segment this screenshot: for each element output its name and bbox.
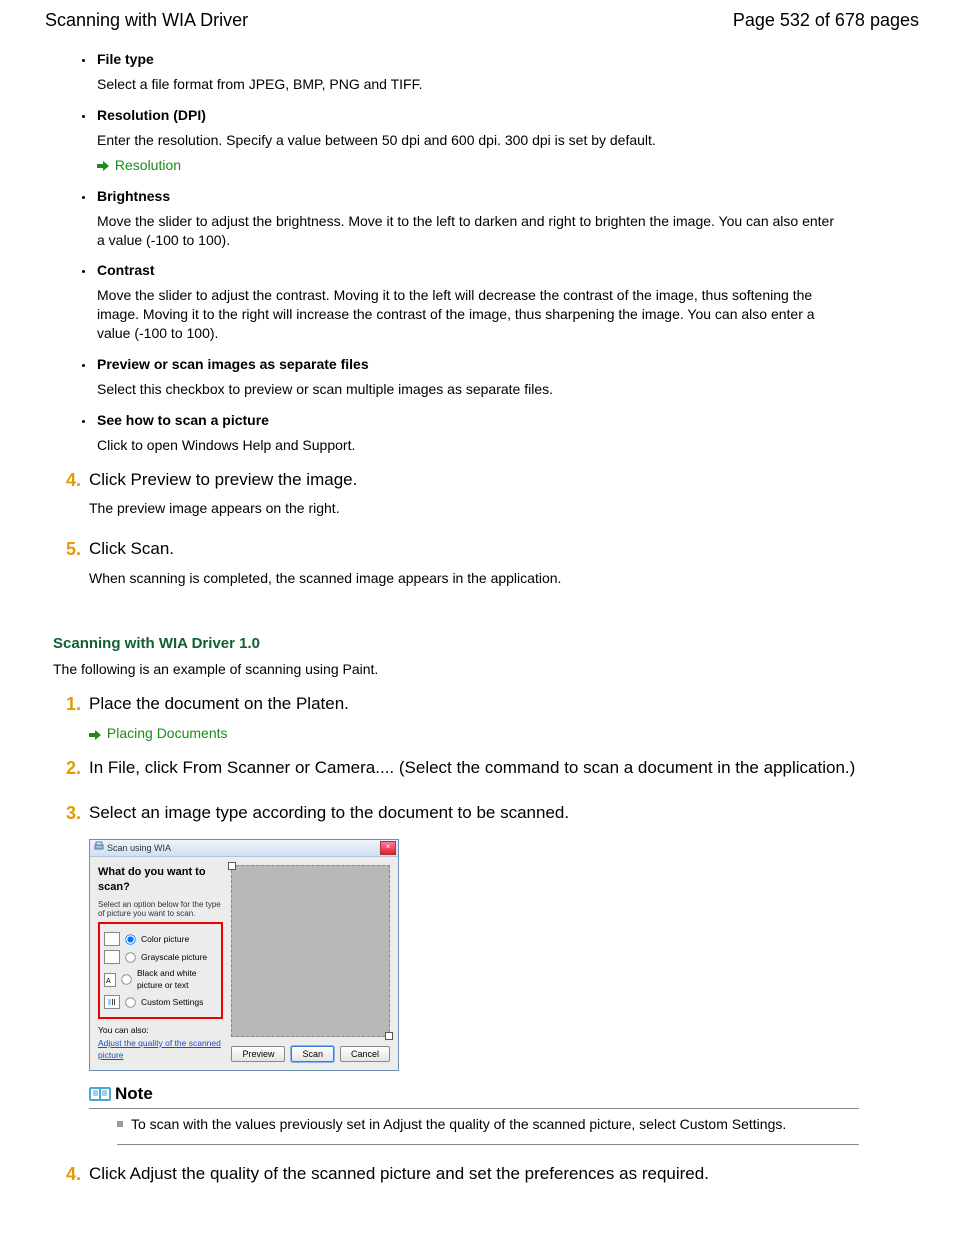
note-item: To scan with the values previously set i… [117,1115,859,1134]
step-4: 4. Click Preview to preview the image. T… [55,469,919,525]
section-intro: The following is an example of scanning … [53,660,919,679]
dialog-title: Scan using WIA [107,842,171,854]
dialog-subprompt: Select an option below for the type of p… [98,901,223,919]
svg-text:A: A [106,978,111,984]
step-sub: When scanning is completed, the scanned … [89,569,859,588]
doc-title: Scanning with WIA Driver [45,8,248,32]
scan-dialog: Scan using WIA × What do you want to sca… [89,839,399,1071]
text-icon: A [104,973,116,987]
item-body: Select this checkbox to preview or scan … [97,380,837,399]
book-icon [89,1086,111,1102]
step-head: Click Scan. [89,538,859,561]
close-icon[interactable]: × [380,841,396,855]
item-body: Move the slider to adjust the contrast. … [97,286,837,343]
step-head: Place the document on the Platen. [89,693,859,716]
option-list: File type Select a file format from JPEG… [95,50,919,454]
item-title: Resolution (DPI) [97,106,919,125]
item-body: Select a file format from JPEG, BMP, PNG… [97,75,837,94]
list-item: Brightness Move the slider to adjust the… [95,187,919,250]
step-b2: 2. In File, click From Scanner or Camera… [55,757,919,788]
radio-custom[interactable] [125,997,135,1007]
option-color[interactable]: Color picture [104,932,217,946]
item-title: See how to scan a picture [97,411,919,430]
resolution-link[interactable]: Resolution [115,157,181,173]
cancel-button[interactable]: Cancel [340,1046,390,1062]
step-number: 1. [55,693,81,743]
radio-color[interactable] [125,934,135,944]
radio-bw[interactable] [121,975,131,985]
highlight-box: Color picture Grayscale picture A Black … [98,922,223,1019]
item-body: Click to open Windows Help and Support. [97,436,837,455]
list-item: Resolution (DPI) Enter the resolution. S… [95,106,919,175]
scanner-icon [94,841,104,854]
item-title: Brightness [97,187,919,206]
list-item: Contrast Move the slider to adjust the c… [95,261,919,343]
section-title: Scanning with WIA Driver 1.0 [53,634,919,654]
step-head: Click Preview to preview the image. [89,469,859,492]
step-head: In File, click From Scanner or Camera...… [89,757,859,780]
step-number: 4. [55,1163,81,1194]
item-title: Contrast [97,261,919,280]
item-body: Enter the resolution. Specify a value be… [97,131,837,150]
preview-area[interactable] [231,865,390,1037]
step-head: Click Adjust the quality of the scanned … [89,1163,859,1186]
picture-icon [104,932,120,946]
list-item: Preview or scan images as separate files… [95,355,919,399]
step-number: 2. [55,757,81,788]
step-number: 4. [55,469,81,525]
arrow-right-icon [89,730,101,740]
dialog-titlebar: Scan using WIA × [90,840,398,857]
radio-grayscale[interactable] [125,952,135,962]
option-grayscale[interactable]: Grayscale picture [104,950,217,964]
list-item: See how to scan a picture Click to open … [95,411,919,455]
arrow-right-icon [97,161,109,171]
step-number: 5. [55,538,81,594]
preview-button[interactable]: Preview [231,1046,285,1062]
option-label: Grayscale picture [141,952,207,963]
step-head: Select an image type according to the do… [89,802,859,825]
page-indicator: Page 532 of 678 pages [733,8,919,32]
note-list: To scan with the values previously set i… [117,1115,859,1145]
placing-documents-link[interactable]: Placing Documents [107,725,228,741]
step-b3: 3. Select an image type according to the… [55,802,919,1144]
step-5: 5. Click Scan. When scanning is complete… [55,538,919,594]
note-header: Note [89,1081,859,1109]
settings-icon [104,995,120,1009]
page-header: Scanning with WIA Driver Page 532 of 678… [45,0,919,50]
picture-icon [104,950,120,964]
dialog-prompt: What do you want to scan? [98,865,223,895]
option-label: Color picture [141,934,189,945]
item-title: Preview or scan images as separate files [97,355,919,374]
item-title: File type [97,50,919,69]
note-label: Note [115,1083,153,1106]
option-bw[interactable]: A Black and white picture or text [104,968,217,991]
you-can-also: You can also: [98,1025,223,1036]
step-number: 3. [55,802,81,1144]
option-label: Black and white picture or text [137,968,217,991]
scan-button[interactable]: Scan [291,1046,334,1062]
step-sub: The preview image appears on the right. [89,499,859,518]
list-item: File type Select a file format from JPEG… [95,50,919,94]
step-b1: 1. Place the document on the Platen. Pla… [55,693,919,743]
option-label: Custom Settings [141,997,203,1008]
adjust-quality-link[interactable]: Adjust the quality of the scanned pictur… [98,1038,221,1060]
step-b4: 4. Click Adjust the quality of the scann… [55,1163,919,1194]
option-custom[interactable]: Custom Settings [104,995,217,1009]
item-body: Move the slider to adjust the brightness… [97,212,837,250]
